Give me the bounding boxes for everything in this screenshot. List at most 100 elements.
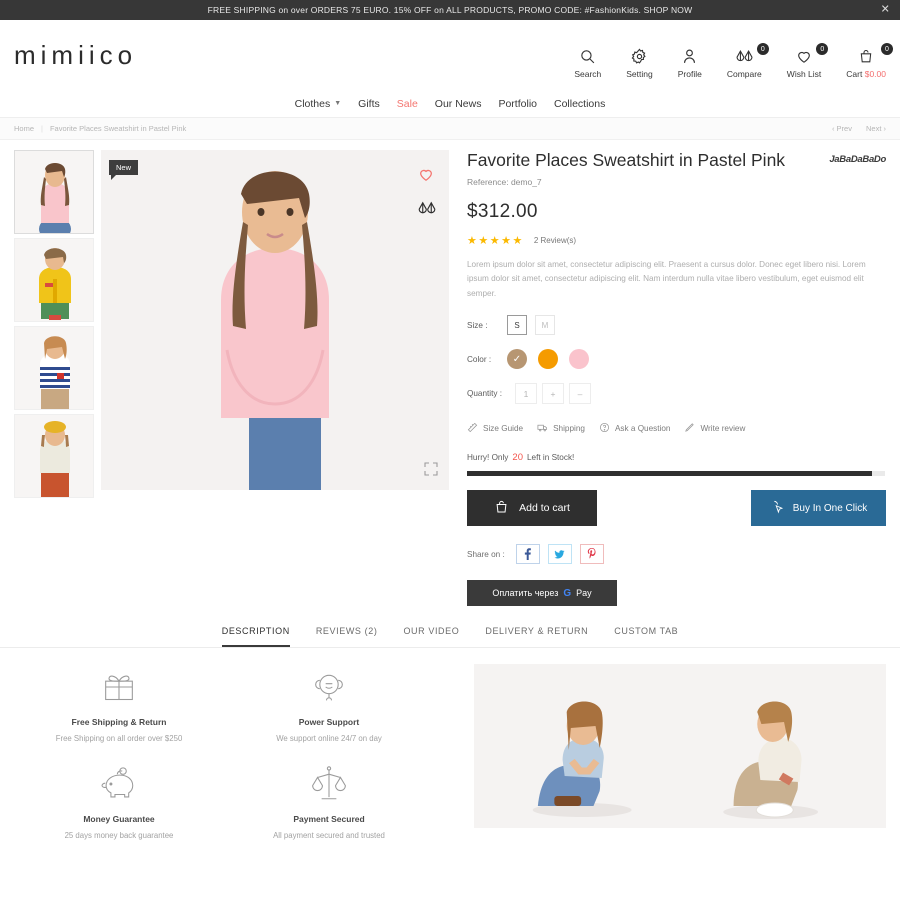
search-button[interactable]: Search <box>574 48 601 79</box>
share-twitter-button[interactable] <box>547 544 572 565</box>
wishlist-button[interactable]: 0 Wish List <box>787 43 829 79</box>
color-swatch-pink[interactable] <box>569 349 589 370</box>
user-icon <box>681 48 698 65</box>
size-label: Size : <box>467 320 488 330</box>
cart-badge: 0 <box>881 43 893 55</box>
share-pinterest-button[interactable] <box>579 544 604 565</box>
size-option-m[interactable]: M <box>535 315 555 336</box>
quantity-label: Quantity : <box>467 389 503 399</box>
write-review-link[interactable]: Write review <box>684 422 745 435</box>
quantity-increase-button[interactable]: + <box>542 383 564 405</box>
header-tools: Search Setting Profile 0 Compare 0 Wish … <box>574 43 893 79</box>
brand-logo: JaBaDaBaDo <box>829 154 886 165</box>
piggy-bank-icon <box>14 761 224 807</box>
bag-icon <box>494 499 509 518</box>
nav-item-our-news[interactable]: Our News <box>435 98 482 110</box>
size-guide-label: Size Guide <box>483 424 524 434</box>
promo-lifestyle-image[interactable] <box>474 664 886 829</box>
nav-item-gifts[interactable]: Gifts <box>358 98 380 110</box>
google-pay-button[interactable]: Оплатить через G Pay <box>467 580 617 607</box>
promo-banner: FREE SHIPPING on over ORDERS 75 EURO. 15… <box>0 0 900 20</box>
quantity-input[interactable]: 1 <box>515 383 537 405</box>
nav-item-sale[interactable]: Sale <box>397 98 418 110</box>
tab-reviews[interactable]: REVIEWS (2) <box>316 626 378 647</box>
feature-title: Power Support <box>298 717 360 728</box>
color-swatch-orange[interactable] <box>538 349 558 370</box>
shipping-label: Shipping <box>553 424 585 434</box>
product-gallery: New <box>14 150 449 606</box>
breadcrumb-separator: | <box>41 124 43 133</box>
breadcrumb-home[interactable]: Home <box>14 124 34 133</box>
share-row: Share on : <box>467 544 886 565</box>
compare-icon <box>735 48 754 65</box>
add-to-cart-label: Add to cart <box>519 502 570 515</box>
gift-icon <box>14 664 224 710</box>
profile-button[interactable]: Profile <box>678 48 702 79</box>
color-selector: Color : ✓ <box>467 349 886 370</box>
feature-payment-secured: Payment Secured All payment secured and … <box>224 761 434 840</box>
prev-product-link[interactable]: ‹ Prev <box>832 124 852 133</box>
tab-delivery-return[interactable]: DELIVERY & RETURN <box>485 626 588 647</box>
compare-button[interactable]: 0 Compare <box>727 43 769 79</box>
wishlist-heart-icon[interactable] <box>417 166 437 188</box>
setting-button[interactable]: Setting <box>626 48 653 79</box>
tab-our-video[interactable]: OUR VIDEO <box>403 626 459 647</box>
new-badge: New <box>109 160 139 180</box>
main-nav: Clothes ▼ Gifts Sale Our News Portfolio … <box>0 90 900 118</box>
buy-one-click-button[interactable]: Buy In One Click <box>751 490 886 527</box>
heart-icon <box>795 48 813 65</box>
thumbnail-2[interactable] <box>14 326 94 410</box>
features-list: Free Shipping & Return Free Shipping on … <box>14 664 434 840</box>
nav-label: Clothes <box>294 97 331 110</box>
search-label: Search <box>574 69 602 79</box>
close-icon[interactable]: ✕ <box>881 4 890 16</box>
size-option-s[interactable]: S <box>507 315 527 336</box>
quantity-decrease-button[interactable]: – <box>569 383 591 405</box>
breadcrumb-pager: ‹ Prev Next › <box>832 124 886 133</box>
nav-item-clothes[interactable]: Clothes ▼ <box>295 98 342 110</box>
page-title: Favorite Places Sweatshirt in Pastel Pin… <box>467 150 786 170</box>
ask-question-label: Ask a Question <box>614 424 671 434</box>
site-logo[interactable]: mimiico <box>14 40 137 71</box>
feature-text: We support online 24/7 on day <box>276 734 382 744</box>
nav-item-portfolio[interactable]: Portfolio <box>498 98 537 110</box>
headset-icon <box>224 664 434 710</box>
cart-button[interactable]: 0 Cart $0.00 <box>846 43 893 79</box>
cart-text: Cart <box>846 69 863 79</box>
thumbnail-1[interactable] <box>14 238 94 322</box>
nav-item-collections[interactable]: Collections <box>554 98 605 110</box>
product-description: Lorem ipsum dolor sit amet, consectetur … <box>467 260 866 298</box>
setting-label: Setting <box>626 69 653 79</box>
feature-text: 25 days money back guarantee <box>64 831 174 841</box>
color-swatch-brown[interactable]: ✓ <box>507 349 527 370</box>
tab-custom[interactable]: CUSTOM TAB <box>614 626 678 647</box>
feature-power-support: Power Support We support online 24/7 on … <box>224 664 434 743</box>
image-actions <box>417 166 437 222</box>
main-product-image[interactable]: New <box>101 150 449 490</box>
size-guide-link[interactable]: Size Guide <box>467 422 523 435</box>
cursor-click-icon <box>770 499 785 518</box>
truck-icon <box>537 422 548 435</box>
color-label: Color : <box>467 354 492 364</box>
thumbnail-0[interactable] <box>14 150 94 234</box>
share-facebook-button[interactable] <box>515 544 540 565</box>
compare-scales-icon[interactable] <box>417 200 437 222</box>
expand-icon[interactable] <box>423 461 439 482</box>
feature-money-guarantee: Money Guarantee 25 days money back guara… <box>14 761 224 840</box>
thumbnail-3[interactable] <box>14 414 94 498</box>
tab-description[interactable]: DESCRIPTION <box>221 626 290 648</box>
stock-status: Hurry! Only 20 Left in Stock! <box>467 452 886 463</box>
review-count[interactable]: 2 Review(s) <box>534 236 576 245</box>
size-selector: Size : S M <box>467 315 886 336</box>
add-to-cart-button[interactable]: Add to cart <box>467 490 597 527</box>
next-product-link[interactable]: Next › <box>866 124 886 133</box>
shipping-link[interactable]: Shipping <box>537 422 585 435</box>
stock-progress-bar <box>467 471 885 477</box>
cart-label: Cart $0.00 <box>846 69 886 79</box>
ask-question-link[interactable]: Ask a Question <box>599 422 671 435</box>
scales-icon <box>224 761 434 807</box>
stock-count: 20 <box>512 452 523 464</box>
search-icon <box>579 48 596 65</box>
gear-icon <box>631 48 648 65</box>
gpay-text: Оплатить через <box>492 588 559 599</box>
